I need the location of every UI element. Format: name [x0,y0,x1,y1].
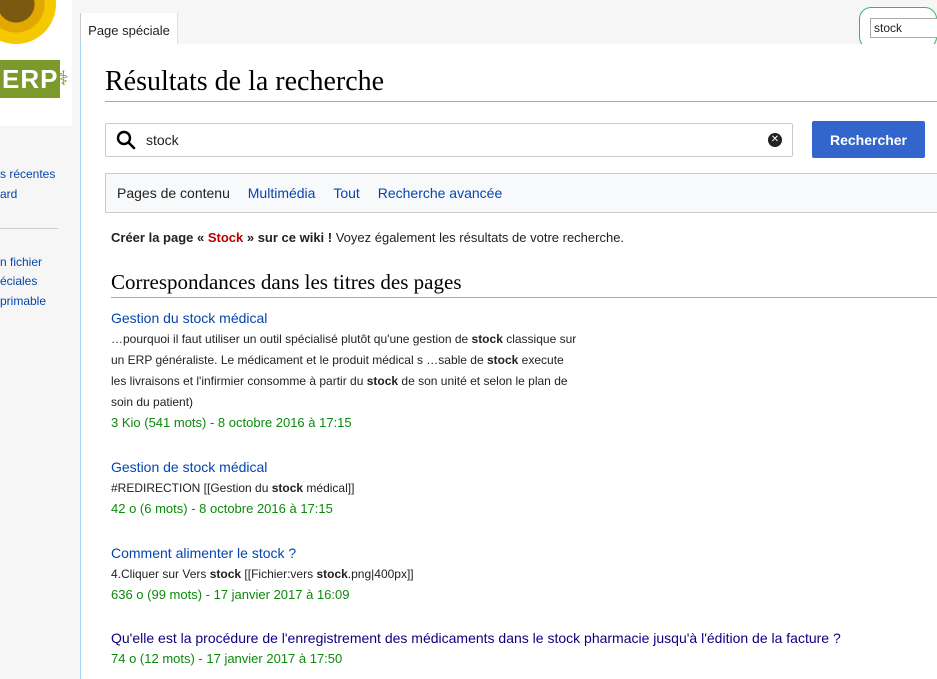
snippet-line: 4.Cliquer sur Vers stock [[Fichier:vers … [111,567,414,581]
create-prefix: Créer la page « [111,230,208,245]
sidebar-link-random[interactable]: ard [0,187,17,201]
tab-advanced-search[interactable]: Recherche avancée [378,185,503,201]
snippet-line: les livraisons et l'infirmier consomme à… [111,374,568,388]
search-query[interactable]: stock [146,132,179,148]
result-meta: 74 o (12 mots) - 17 janvier 2017 à 17:50 [111,651,343,666]
header-search-input[interactable] [870,18,937,38]
sidebar-link-recent-changes[interactable]: s récentes [0,167,55,181]
sidebar: ERP ⚕ s récentes ard n fichier éciales p… [0,0,78,679]
search-icon [116,130,136,150]
snippet-line: #REDIRECTION [[Gestion du stock médical]… [111,481,355,495]
tab-multimedia[interactable]: Multimédia [248,185,316,201]
result-title-link[interactable]: Gestion du stock médical [111,310,621,326]
result-meta: 3 Kio (541 mots) - 8 octobre 2016 à 17:1… [111,415,352,430]
snippet-line: …pourquoi il faut utiliser un outil spéc… [111,332,577,346]
sidebar-divider [0,228,58,229]
header-search-highlight [859,7,937,49]
site-logo[interactable]: ERP ⚕ [0,0,72,126]
search-result: Gestion de stock médical #REDIRECTION [[… [111,459,621,516]
search-profile-tabs: Pages de contenu Multimédia Tout Recherc… [105,173,937,213]
search-result: Gestion du stock médical …pourquoi il fa… [111,310,621,430]
main-content: Résultats de la recherche stock ✕ Recher… [80,44,937,679]
tab-all[interactable]: Tout [333,185,359,201]
result-snippet: 4.Cliquer sur Vers stock [[Fichier:vers … [111,564,621,585]
result-title-link[interactable]: Gestion de stock médical [111,459,621,475]
caduceus-icon: ⚕ [58,68,69,90]
sidebar-link-upload[interactable]: n fichier [0,255,42,269]
tab-content-pages[interactable]: Pages de contenu [117,185,230,201]
sidebar-link-printable[interactable]: primable [0,294,46,308]
result-title-link[interactable]: Comment alimenter le stock ? [111,545,621,561]
create-rest: Voyez également les résultats de votre r… [332,230,625,245]
wiki-page: ERP ⚕ s récentes ard n fichier éciales p… [0,0,937,679]
section-title: Correspondances dans les titres des page… [111,270,937,298]
result-snippet: #REDIRECTION [[Gestion du stock médical]… [111,478,621,499]
logo-text: ERP [0,60,60,98]
search-button[interactable]: Rechercher [812,121,925,158]
tab-special-page[interactable]: Page spéciale [80,13,178,45]
snippet-line: soin du patient) [111,395,194,409]
result-meta: 636 o (99 mots) - 17 janvier 2017 à 16:0… [111,587,350,602]
snippet-line: un ERP généraliste. Le médicament et le … [111,353,564,367]
page-title: Résultats de la recherche [105,66,937,102]
result-snippet: …pourquoi il faut utiliser un outil spéc… [111,329,621,413]
result-title-link[interactable]: Qu'elle est la procédure de l'enregistre… [111,630,841,646]
result-meta: 42 o (6 mots) - 8 octobre 2016 à 17:15 [111,501,333,516]
clear-icon[interactable]: ✕ [768,133,782,147]
search-result: Qu'elle est la procédure de l'enregistre… [111,630,841,666]
search-field[interactable]: stock ✕ [105,123,793,157]
sunflower-icon [0,0,56,44]
create-page-notice: Créer la page « Stock » sur ce wiki ! Vo… [111,230,624,245]
create-suffix: » sur ce wiki ! [243,230,333,245]
create-page-link[interactable]: Stock [208,230,243,245]
sidebar-link-special-pages[interactable]: éciales [0,274,37,288]
search-result: Comment alimenter le stock ? 4.Cliquer s… [111,545,621,602]
